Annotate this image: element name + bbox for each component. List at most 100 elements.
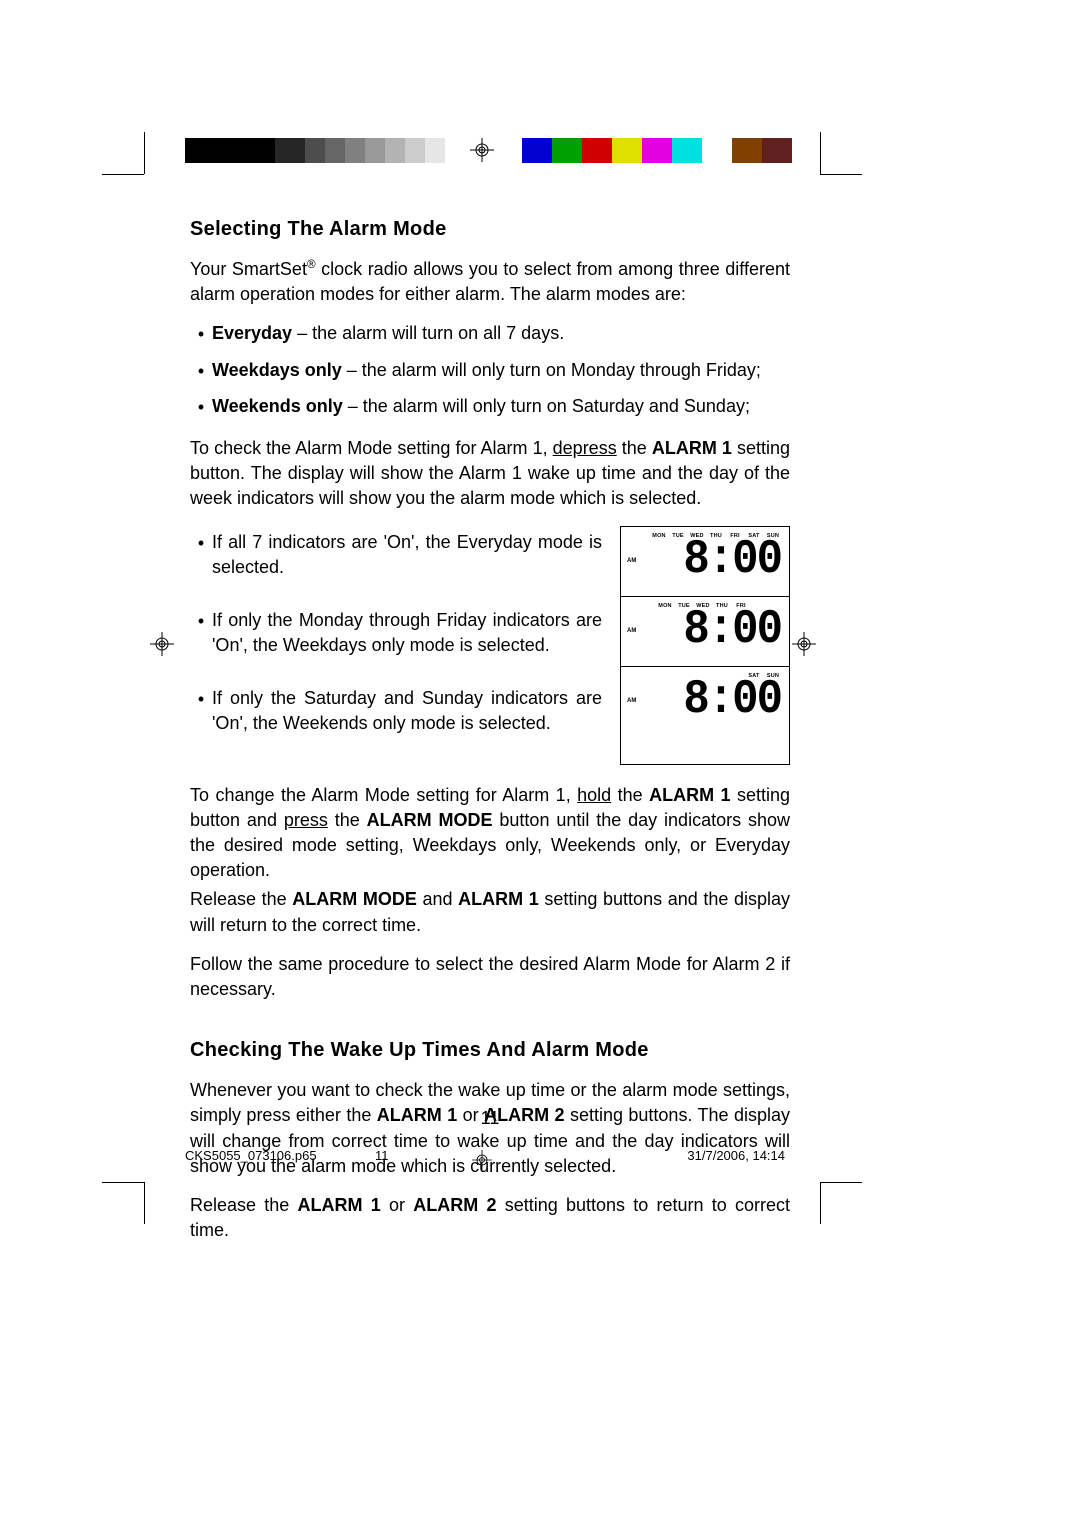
button-name: ALARM MODE — [367, 810, 493, 830]
footer-date: 31/7/2006, 14:14 — [687, 1148, 785, 1163]
footer-filename: CKS5055_073106.p65 — [185, 1148, 317, 1163]
color-swatch — [305, 138, 325, 163]
color-swatch — [672, 138, 702, 163]
color-swatch — [702, 138, 732, 163]
emphasis-press: press — [284, 810, 328, 830]
lcd-display-panel: MONTUEWEDTHUFRISATSUN AM 8:00 MONTUEWEDT… — [620, 526, 790, 765]
lcd-everyday: MONTUEWEDTHUFRISATSUN AM 8:00 — [621, 527, 789, 597]
color-swatch — [345, 138, 365, 163]
button-name: ALARM 2 — [413, 1195, 496, 1215]
registration-mark-icon — [150, 632, 174, 656]
text: and — [417, 889, 458, 909]
bullet-icon: • — [190, 358, 212, 384]
print-color-bar-right — [522, 138, 792, 163]
button-name: ALARM 1 — [458, 889, 539, 909]
color-swatch — [215, 138, 245, 163]
page-number: 11 — [190, 1108, 790, 1129]
list-item: • If only the Monday through Friday indi… — [190, 608, 602, 658]
color-swatch — [245, 138, 275, 163]
check-alarm-paragraph: To check the Alarm Mode setting for Alar… — [190, 436, 790, 512]
text: Release the — [190, 889, 292, 909]
cropmark — [144, 132, 145, 174]
emphasis-hold: hold — [577, 785, 611, 805]
color-swatch — [732, 138, 762, 163]
color-swatch — [405, 138, 425, 163]
color-swatch — [522, 138, 552, 163]
color-swatch — [325, 138, 345, 163]
cropmark — [820, 174, 862, 175]
color-swatch — [642, 138, 672, 163]
text: the — [328, 810, 367, 830]
footer-page: 11 — [375, 1148, 389, 1163]
text: To change the Alarm Mode setting for Ala… — [190, 785, 577, 805]
list-item-text: If only the Monday through Friday indica… — [212, 608, 602, 658]
color-swatch — [185, 138, 215, 163]
mode-name: Everyday — [212, 323, 292, 343]
heading-checking-wake-up: Checking The Wake Up Times And Alarm Mod… — [190, 1036, 790, 1064]
follow-paragraph: Follow the same procedure to select the … — [190, 952, 790, 1002]
page-content: Selecting The Alarm Mode Your SmartSet® … — [190, 215, 790, 1257]
button-name: ALARM 1 — [652, 438, 732, 458]
alarm-mode-list: • Everyday – the alarm will turn on all … — [190, 321, 790, 420]
list-item-text: Weekdays only – the alarm will only turn… — [212, 358, 790, 384]
text: – the alarm will only turn on Saturday a… — [343, 396, 750, 416]
text: – the alarm will turn on all 7 days. — [292, 323, 564, 343]
emphasis-depress: depress — [553, 438, 617, 458]
cropmark — [102, 174, 144, 175]
heading-selecting-alarm-mode: Selecting The Alarm Mode — [190, 215, 790, 243]
cropmark — [820, 1182, 862, 1183]
lcd-time: 8:00 — [627, 676, 783, 724]
release2-paragraph: Release the ALARM 1 or ALARM 2 setting b… — [190, 1193, 790, 1243]
button-name: ALARM 1 — [298, 1195, 381, 1215]
print-footer: CKS5055_073106.p65 11 31/7/2006, 14:14 — [185, 1148, 785, 1163]
list-item: • Weekdays only – the alarm will only tu… — [190, 358, 790, 384]
list-item-text: Weekends only – the alarm will only turn… — [212, 394, 790, 420]
indicator-list: • If all 7 indicators are 'On', the Ever… — [190, 530, 602, 737]
color-swatch — [425, 138, 445, 163]
color-swatch — [762, 138, 792, 163]
cropmark — [102, 1182, 144, 1183]
color-swatch — [275, 138, 305, 163]
change-alarm-paragraph: To change the Alarm Mode setting for Ala… — [190, 783, 790, 884]
bullet-icon: • — [190, 608, 212, 658]
text: Release the — [190, 1195, 298, 1215]
color-swatch — [612, 138, 642, 163]
color-swatch — [365, 138, 385, 163]
color-swatch — [552, 138, 582, 163]
registered-symbol: ® — [307, 258, 316, 271]
indicator-section: • If all 7 indicators are 'On', the Ever… — [190, 526, 790, 765]
cropmark — [144, 1182, 145, 1224]
registration-mark-icon — [470, 138, 494, 162]
lcd-time: 8:00 — [627, 536, 783, 584]
cropmark — [820, 1182, 821, 1224]
intro-paragraph: Your SmartSet® clock radio allows you to… — [190, 257, 790, 307]
text: the — [617, 438, 652, 458]
text: the — [611, 785, 649, 805]
list-item-text: If all 7 indicators are 'On', the Everyd… — [212, 530, 602, 580]
list-item: • Weekends only – the alarm will only tu… — [190, 394, 790, 420]
button-name: ALARM 1 — [649, 785, 730, 805]
bullet-icon: • — [190, 321, 212, 347]
list-item-text: Everyday – the alarm will turn on all 7 … — [212, 321, 790, 347]
registration-mark-icon — [792, 632, 816, 656]
text: Your SmartSet — [190, 259, 307, 279]
release-paragraph: Release the ALARM MODE and ALARM 1 setti… — [190, 887, 790, 937]
list-item: • If all 7 indicators are 'On', the Ever… — [190, 530, 602, 580]
bullet-icon: • — [190, 686, 212, 736]
bullet-icon: • — [190, 394, 212, 420]
mode-name: Weekends only — [212, 396, 343, 416]
text: To check the Alarm Mode setting for Alar… — [190, 438, 553, 458]
text: – the alarm will only turn on Monday thr… — [342, 360, 761, 380]
color-swatch — [385, 138, 405, 163]
button-name: ALARM MODE — [292, 889, 417, 909]
list-item: • If only the Saturday and Sunday indica… — [190, 686, 602, 736]
lcd-weekends: SATSUN AM 8:00 — [621, 667, 789, 737]
mode-name: Weekdays only — [212, 360, 342, 380]
text: or — [381, 1195, 413, 1215]
list-item-text: If only the Saturday and Sunday indicato… — [212, 686, 602, 736]
list-item: • Everyday – the alarm will turn on all … — [190, 321, 790, 347]
color-swatch — [582, 138, 612, 163]
bullet-icon: • — [190, 530, 212, 580]
lcd-time: 8:00 — [627, 606, 783, 654]
lcd-weekdays: MONTUEWEDTHUFRI AM 8:00 — [621, 597, 789, 667]
